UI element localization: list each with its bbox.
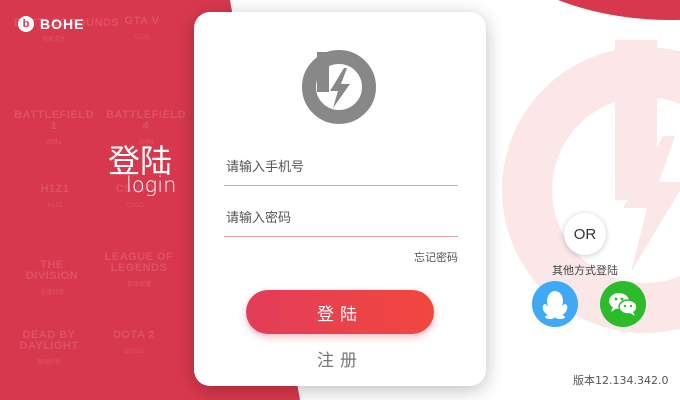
game-logo: LEAGUE OF LEGENDS 英雄联盟 [104,251,174,289]
forgot-password-link[interactable]: 忘记密码 [414,249,458,265]
bohe-lightning-logo-icon [302,50,376,124]
login-window: BATTLEGROUNDS 绝地求生 GTA V GTA5 BATTLEFIELD … [0,0,680,400]
game-logo: DEAD BY DAYLIGHT 黎明杀机 [19,329,79,367]
background-logo-icon [502,40,680,333]
password-input[interactable] [224,201,458,237]
game-logo-grid: BATTLEGROUNDS 绝地求生 GTA V GTA5 BATTLEFIELD … [0,0,200,400]
game-logo: DOTA 2 DOTA2 [112,329,156,356]
game-logo: GTA V GTA5 [124,15,160,42]
qq-penguin-icon [542,291,568,319]
phone-input[interactable] [224,150,458,186]
brand-logo-icon: b [18,16,34,32]
top-right-decoration [460,0,680,20]
register-link[interactable]: 注册 [194,346,486,371]
brand-name: BOHE [40,16,85,32]
game-logo: THE DIVISION 全境封锁 [25,259,79,297]
or-divider: OR [564,213,606,255]
hero-title-english: login [126,173,177,197]
game-logo: BATTLEFIELD 1 战地1 [14,109,94,147]
brand: b BOHE [18,16,84,32]
wechat-icon [609,293,638,316]
login-button[interactable]: 登陆 [246,290,434,334]
login-card: 忘记密码 登陆 注册 [194,12,486,386]
version-label: 版本12.134.342.0 [573,374,669,387]
qq-login-button[interactable] [532,281,578,327]
game-logo: H1Z1 H1Z1 [40,183,70,210]
other-login-label: 其他方式登陆 [552,264,618,277]
wechat-login-button[interactable] [600,281,646,327]
